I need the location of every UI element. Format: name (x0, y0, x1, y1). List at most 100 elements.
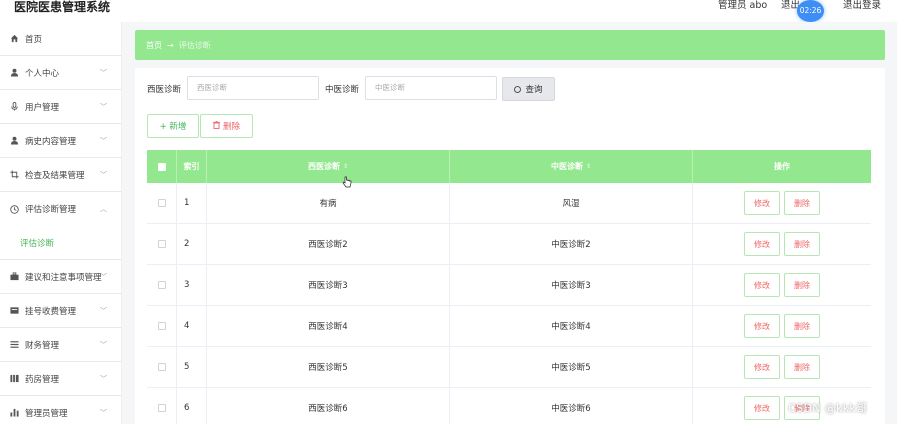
sidebar-item-diagnosis-mgmt[interactable]: 评估诊断管理 ︿ (0, 192, 122, 226)
select-all-cell (147, 150, 177, 183)
cell-chinese-diagnosis: 中医诊断5 (450, 347, 693, 387)
row-checkbox[interactable] (157, 281, 166, 289)
sidebar-item-profile[interactable]: 个人中心 ﹀ (0, 56, 122, 90)
cell-west-diagnosis: 西医诊断5 (207, 347, 450, 387)
chevron-down-icon: ﹀ (100, 170, 107, 179)
microphone-icon (10, 102, 19, 111)
sidebar-item-label: 评估诊断 (20, 238, 55, 249)
sidebar-item-pharmacy[interactable]: 药房管理 ﹀ (0, 362, 122, 396)
cell-index: 2 (177, 224, 207, 264)
edit-button[interactable]: 修改 (744, 191, 780, 215)
sidebar-item-label: 建议和注意事项管理 (25, 272, 102, 283)
cell-chinese-diagnosis: 中医诊断3 (450, 265, 693, 305)
sidebar-item-label: 用户管理 (25, 102, 60, 113)
chevron-down-icon: ﹀ (100, 340, 107, 349)
sidebar-item-home[interactable]: 首页 (0, 22, 122, 56)
app-title: 医院医患管理系统 (14, 0, 111, 14)
edit-button[interactable]: 修改 (744, 273, 780, 297)
cell-west-diagnosis: 西医诊断6 (207, 388, 450, 424)
delete-button[interactable]: 删除 (784, 273, 820, 297)
sidebar-item-history[interactable]: 病史内容管理 ﹀ (0, 124, 122, 158)
row-checkbox-cell (147, 347, 177, 387)
column-header-chinese[interactable]: 中医诊断 ⇕ (450, 150, 693, 183)
sidebar-item-label: 财务管理 (25, 340, 60, 351)
west-diagnosis-input[interactable]: 西医诊断 (187, 76, 319, 100)
edit-button[interactable]: 修改 (744, 314, 780, 338)
row-checkbox-cell (147, 224, 177, 264)
edit-button[interactable]: 修改 (744, 396, 780, 420)
table-row: 3 西医诊断3 中医诊断3 修改 删除 (147, 265, 871, 306)
chevron-down-icon: ﹀ (100, 408, 107, 417)
sidebar-item-label: 管理员管理 (25, 408, 68, 419)
delete-button[interactable]: 删除 (784, 355, 820, 379)
batch-delete-label: 删除 (222, 122, 240, 132)
briefcase-icon (10, 272, 19, 281)
column-header-index: 索引 (177, 150, 207, 183)
chevron-down-icon: ﹀ (100, 68, 107, 77)
watermark: CSDN @kkk哥 (788, 401, 868, 415)
row-checkbox-cell (147, 306, 177, 346)
trash-icon (212, 120, 220, 132)
column-header-west[interactable]: 西医诊断 ⇕ (207, 150, 450, 183)
row-checkbox[interactable] (157, 404, 166, 412)
cell-index: 3 (177, 265, 207, 305)
sidebar-item-finance[interactable]: 财务管理 ﹀ (0, 328, 122, 362)
cell-operation: 修改 删除 (693, 224, 871, 264)
row-checkbox[interactable] (157, 199, 166, 207)
sidebar-item-label: 检查及结果管理 (25, 170, 85, 181)
sort-icon[interactable]: ⇕ (586, 163, 591, 170)
delete-button[interactable]: 删除 (784, 232, 820, 256)
cell-index: 1 (177, 183, 207, 223)
delete-button[interactable]: 删除 (784, 314, 820, 338)
crop-icon (10, 170, 19, 179)
table-header: 索引 西医诊断 ⇕ 中医诊断 ⇕ 操作 (147, 150, 871, 183)
row-checkbox-cell (147, 183, 177, 223)
cell-chinese-diagnosis: 中医诊断4 (450, 306, 693, 346)
clock-icon (10, 204, 19, 214)
batch-delete-button[interactable]: 删除 (200, 114, 253, 138)
sidebar-subitem-diagnosis[interactable]: 评估诊断 (0, 226, 122, 260)
mouse-cursor-icon (342, 176, 352, 188)
sidebar-item-label: 个人中心 (25, 68, 60, 79)
chevron-down-icon: ﹀ (100, 272, 107, 281)
sidebar-item-advice[interactable]: 建议和注意事项管理 ﹀ (0, 260, 122, 294)
sidebar-item-exams[interactable]: 检查及结果管理 ﹀ (0, 158, 122, 192)
sidebar-item-registration[interactable]: 挂号收费管理 ﹀ (0, 294, 122, 328)
breadcrumb-current: 评估诊断 (178, 40, 211, 50)
cell-operation: 修改 删除 (693, 306, 871, 346)
delete-button[interactable]: 删除 (784, 191, 820, 215)
bars-icon (10, 374, 19, 383)
cell-west-diagnosis: 有病 (207, 183, 450, 223)
cell-west-diagnosis: 西医诊断4 (207, 306, 450, 346)
row-checkbox[interactable] (157, 363, 166, 371)
current-user: 管理员 abo (718, 0, 768, 11)
select-all-checkbox[interactable] (157, 162, 166, 171)
sidebar-item-label: 挂号收费管理 (25, 306, 77, 317)
breadcrumb-home[interactable]: 首页 (146, 40, 162, 51)
chevron-down-icon: ﹀ (100, 136, 107, 145)
edit-button[interactable]: 修改 (744, 355, 780, 379)
cell-operation: 修改 删除 (693, 183, 871, 223)
breadcrumb: 首页 → 评估诊断 (135, 30, 885, 60)
sort-icon[interactable]: ⇕ (343, 163, 348, 170)
main-content: 首页 → 评估诊断 西医诊断 西医诊断 中医诊断 中医诊断 查询 + 新增 删除 (122, 22, 897, 424)
row-checkbox[interactable] (157, 322, 166, 330)
breadcrumb-arrow: → (167, 40, 174, 50)
user-icon (10, 136, 19, 145)
row-checkbox[interactable] (157, 240, 166, 248)
cell-chinese-diagnosis: 风湿 (450, 183, 693, 223)
add-button[interactable]: + 新增 (147, 114, 199, 138)
search-button[interactable]: 查询 (502, 77, 555, 101)
sidebar-item-admins[interactable]: 管理员管理 ﹀ (0, 396, 122, 424)
chinese-diagnosis-label: 中医诊断 (325, 85, 360, 95)
search-icon (514, 85, 522, 93)
cell-chinese-diagnosis: 中医诊断2 (450, 224, 693, 264)
row-checkbox-cell (147, 265, 177, 305)
sidebar-item-users[interactable]: 用户管理 ﹀ (0, 90, 122, 124)
top-header: 医院医患管理系统 管理员 abo 退出 02:26 退出登录 (0, 0, 897, 22)
logout-link[interactable]: 退出登录 (843, 0, 881, 12)
chinese-diagnosis-input[interactable]: 中医诊断 (365, 76, 497, 100)
table-row: 2 西医诊断2 中医诊断2 修改 删除 (147, 224, 871, 265)
home-icon (10, 34, 19, 43)
edit-button[interactable]: 修改 (744, 232, 780, 256)
